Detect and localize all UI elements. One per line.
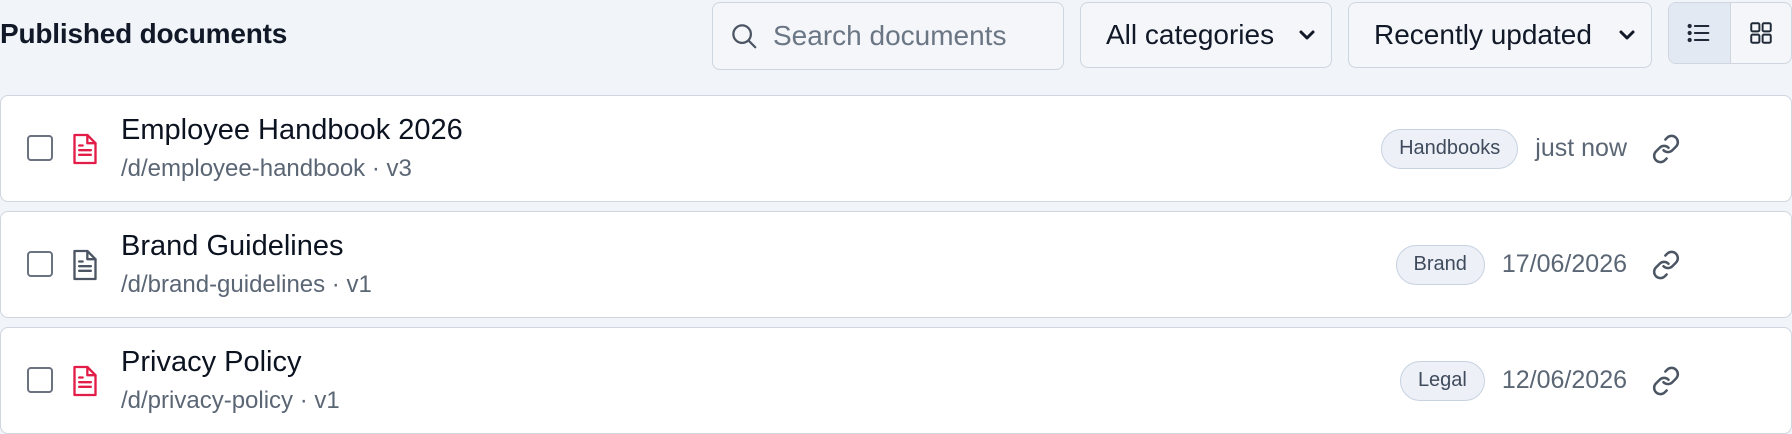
copy-link-icon[interactable] bbox=[1649, 248, 1683, 282]
category-badge: Handbooks bbox=[1381, 128, 1519, 169]
document-path: /d/privacy-policy · v1 bbox=[121, 387, 340, 414]
pdf-document-icon bbox=[73, 133, 97, 165]
search-input[interactable] bbox=[773, 20, 1053, 52]
search-icon bbox=[729, 21, 759, 51]
updated-date: 12/06/2026 bbox=[1501, 366, 1627, 394]
grid-icon bbox=[1750, 22, 1772, 44]
document-row[interactable]: Brand Guidelines /d/brand-guidelines · v… bbox=[0, 211, 1792, 318]
pdf-document-icon bbox=[73, 365, 97, 397]
sort-select-value: Recently updated bbox=[1374, 19, 1592, 50]
list-view-button[interactable] bbox=[1669, 3, 1730, 63]
document-icon bbox=[73, 249, 97, 281]
list-icon bbox=[1687, 23, 1710, 43]
sort-select[interactable]: Recently updated bbox=[1348, 2, 1652, 68]
row-checkbox[interactable] bbox=[27, 135, 53, 161]
grid-view-button[interactable] bbox=[1729, 3, 1792, 63]
updated-date: just now bbox=[1535, 134, 1627, 162]
toolbar: Published documents All categories Recen… bbox=[0, 0, 1792, 72]
document-title[interactable]: Brand Guidelines bbox=[121, 230, 343, 263]
page-title: Published documents bbox=[0, 18, 288, 49]
chevron-down-icon bbox=[1617, 25, 1637, 45]
document-row-actions: Legal 12/06/2026 bbox=[1399, 328, 1683, 433]
copy-link-icon[interactable] bbox=[1649, 364, 1683, 398]
row-checkbox[interactable] bbox=[27, 367, 53, 393]
document-path: /d/employee-handbook · v3 bbox=[121, 155, 412, 182]
search-box[interactable] bbox=[712, 2, 1064, 70]
document-row-actions: Brand 17/06/2026 bbox=[1395, 212, 1684, 317]
row-checkbox[interactable] bbox=[27, 251, 53, 277]
document-row[interactable]: Privacy Policy /d/privacy-policy · v1 Le… bbox=[0, 327, 1792, 434]
updated-date: 17/06/2026 bbox=[1501, 250, 1627, 278]
chevron-down-icon bbox=[1297, 25, 1317, 45]
document-row-actions: Handbooks just now bbox=[1381, 96, 1683, 201]
document-title[interactable]: Employee Handbook 2026 bbox=[121, 114, 463, 147]
copy-link-icon[interactable] bbox=[1649, 132, 1683, 166]
document-title[interactable]: Privacy Policy bbox=[121, 346, 302, 379]
category-select-value: All categories bbox=[1106, 19, 1275, 50]
category-badge: Brand bbox=[1395, 244, 1485, 285]
category-select[interactable]: All categories bbox=[1080, 2, 1332, 68]
view-toggle bbox=[1668, 2, 1792, 64]
document-path: /d/brand-guidelines · v1 bbox=[121, 271, 372, 298]
document-row[interactable]: Employee Handbook 2026 /d/employee-handb… bbox=[0, 95, 1792, 202]
category-badge: Legal bbox=[1399, 360, 1485, 401]
